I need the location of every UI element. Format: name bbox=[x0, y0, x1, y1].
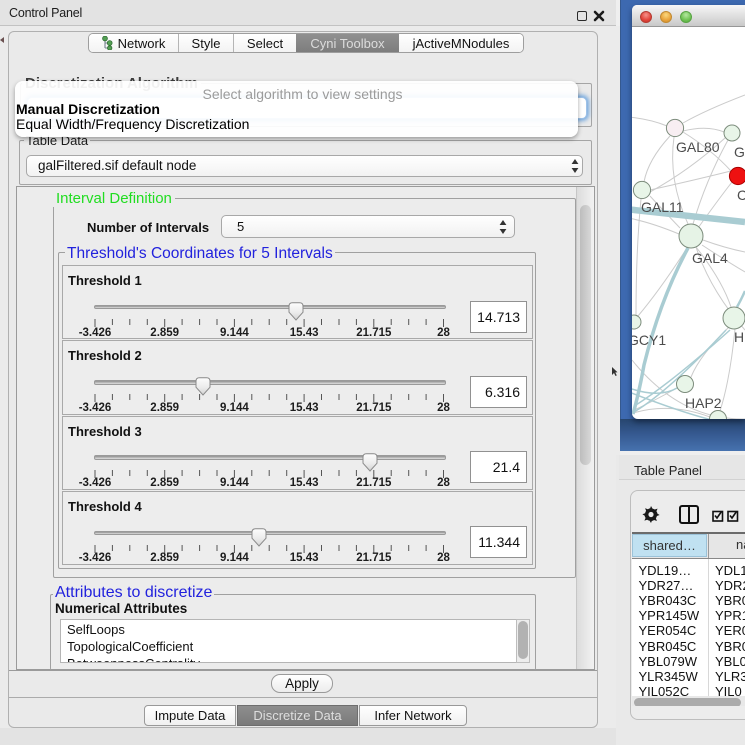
svg-text:H: H bbox=[734, 329, 744, 345]
svg-text:C: C bbox=[737, 187, 745, 203]
svg-text:GA: GA bbox=[734, 144, 745, 160]
svg-text:GCY1: GCY1 bbox=[632, 332, 666, 348]
svg-text:HAP2: HAP2 bbox=[685, 395, 722, 411]
svg-text:GAL4: GAL4 bbox=[692, 250, 728, 266]
svg-text:GAL80: GAL80 bbox=[676, 139, 720, 155]
svg-text:GAL11: GAL11 bbox=[641, 199, 684, 215]
